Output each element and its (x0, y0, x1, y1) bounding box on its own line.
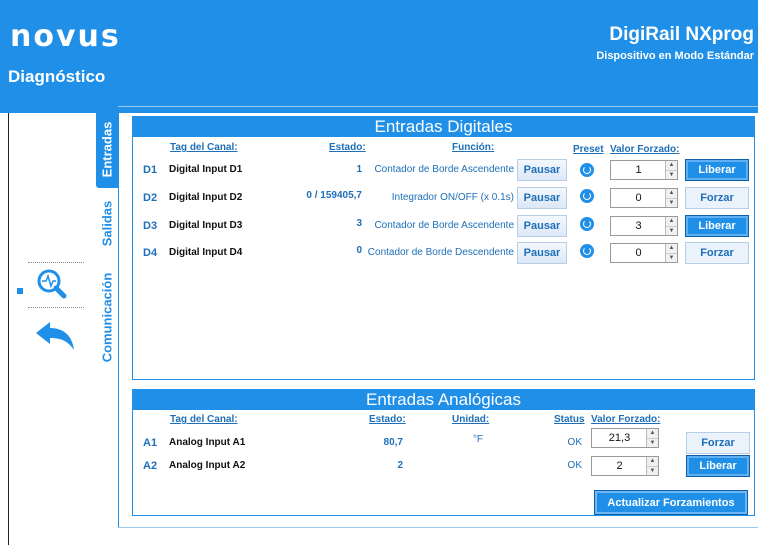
channel-status: OK (567, 460, 582, 471)
forzar-button[interactable]: Forzar (685, 187, 749, 209)
liberar-button[interactable]: Liberar (685, 159, 749, 181)
header-tag: Tag del Canal: (170, 414, 238, 425)
header-forced: Valor Forzado: (591, 414, 661, 425)
pause-button[interactable]: Pausar (517, 242, 567, 264)
row-id: A2 (143, 460, 158, 472)
channel-unit: °F (472, 434, 484, 445)
header-status: Status (554, 414, 585, 425)
panel-bottom-border (118, 527, 758, 528)
header-state: Estado: (329, 142, 366, 153)
stepper-arrows[interactable]: ▲ ▼ (665, 189, 677, 207)
header-unit: Unidad: (452, 414, 490, 425)
channel-function: Integrador ON/OFF (x 0.1s) (391, 192, 514, 203)
preset-icon[interactable] (580, 244, 594, 258)
forced-value-stepper[interactable]: 0 ▲ ▼ (610, 243, 678, 263)
app-header: novus Diagnóstico DigiRail NXprog Dispos… (0, 0, 758, 113)
forced-value[interactable]: 3 (611, 217, 666, 235)
preset-icon[interactable] (580, 163, 594, 177)
update-forcing-button[interactable]: Actualizar Forzamientos (594, 490, 748, 515)
forced-value[interactable]: 2 (592, 457, 647, 475)
digital-inputs-group: Entradas Digitales Tag del Canal: Estado… (132, 116, 755, 380)
pause-button[interactable]: Pausar (517, 159, 567, 181)
product-name: DigiRail NXprog (609, 24, 754, 45)
channel-name: Digital Input D3 (169, 220, 243, 231)
row-id: D2 (143, 192, 158, 204)
back-arrow-icon[interactable] (34, 320, 76, 352)
channel-state: 0 / 159405,7 (306, 190, 362, 201)
product-subtitle: Dispositivo en Modo Estándar (596, 50, 754, 62)
channel-name: Digital Input D4 (169, 247, 243, 258)
header-tag: Tag del Canal: (170, 142, 238, 153)
row-id: D3 (143, 220, 158, 232)
tab-entradas[interactable]: Entradas (96, 110, 118, 188)
forced-value-stepper[interactable]: 1 ▲ ▼ (610, 160, 678, 180)
tab-comunicacion-label: Comunicación (99, 272, 115, 362)
channel-state: 80,7 (383, 437, 403, 448)
channel-state: 2 (397, 460, 403, 471)
channel-name: Analog Input A2 (169, 460, 246, 471)
tab-salidas[interactable]: Salidas (96, 192, 118, 254)
stepper-arrows[interactable]: ▲ ▼ (646, 429, 658, 447)
liberar-button[interactable]: Liberar (686, 455, 750, 477)
preset-icon[interactable] (580, 217, 594, 231)
stepper-arrows[interactable]: ▲ ▼ (646, 457, 658, 475)
header-forced: Valor Forzado: (610, 144, 680, 155)
forced-value-stepper[interactable]: 0 ▲ ▼ (610, 188, 678, 208)
header-preset: Preset (573, 144, 604, 155)
pause-button[interactable]: Pausar (517, 215, 567, 237)
channel-state: 1 (356, 164, 362, 175)
diagnostics-button[interactable] (28, 262, 84, 308)
stepper-arrows[interactable]: ▲ ▼ (665, 244, 677, 262)
row-id: A1 (143, 437, 158, 449)
forced-value[interactable]: 1 (611, 161, 666, 179)
tab-entradas-label: Entradas (99, 121, 115, 177)
page-title: Diagnóstico (8, 67, 106, 86)
diagnostics-magnifier-icon (37, 269, 67, 299)
forced-value-stepper[interactable]: 3 ▲ ▼ (610, 216, 678, 236)
forced-value[interactable]: 0 (611, 244, 666, 262)
channel-state: 3 (356, 218, 362, 229)
channel-name: Digital Input D1 (169, 164, 243, 175)
channel-function: Contador de Borde Descendente (367, 247, 514, 258)
pause-button[interactable]: Pausar (517, 187, 567, 209)
row-id: D4 (143, 247, 158, 259)
analog-inputs-title: Entradas Analógicas (133, 390, 754, 410)
channel-status: OK (567, 437, 582, 448)
selected-marker (17, 288, 23, 294)
novus-logo: novus (10, 19, 121, 54)
forced-value[interactable]: 21,3 (592, 429, 647, 447)
channel-name: Digital Input D2 (169, 192, 243, 203)
tab-comunicacion[interactable]: Comunicación (96, 258, 118, 376)
channel-function: Contador de Borde Ascendente (374, 164, 514, 175)
panel-top-border (118, 106, 758, 107)
forced-value-stepper[interactable]: 21,3 ▲ ▼ (591, 428, 659, 448)
header-state: Estado: (369, 414, 406, 425)
preset-icon[interactable] (580, 189, 594, 203)
tab-salidas-label: Salidas (99, 200, 115, 246)
row-id: D1 (143, 164, 158, 176)
tab-divider (118, 110, 119, 528)
forced-value[interactable]: 0 (611, 189, 666, 207)
forzar-button[interactable]: Forzar (686, 432, 750, 454)
stepper-arrows[interactable]: ▲ ▼ (665, 161, 677, 179)
channel-name: Analog Input A1 (169, 437, 246, 448)
forced-value-stepper[interactable]: 2 ▲ ▼ (591, 456, 659, 476)
liberar-button[interactable]: Liberar (685, 215, 749, 237)
forzar-button[interactable]: Forzar (685, 242, 749, 264)
channel-function: Contador de Borde Ascendente (374, 220, 514, 231)
digital-inputs-title: Entradas Digitales (133, 117, 754, 137)
left-border (8, 113, 9, 545)
stepper-arrows[interactable]: ▲ ▼ (665, 217, 677, 235)
channel-state: 0 (356, 245, 362, 256)
header-function: Función: (452, 142, 495, 153)
